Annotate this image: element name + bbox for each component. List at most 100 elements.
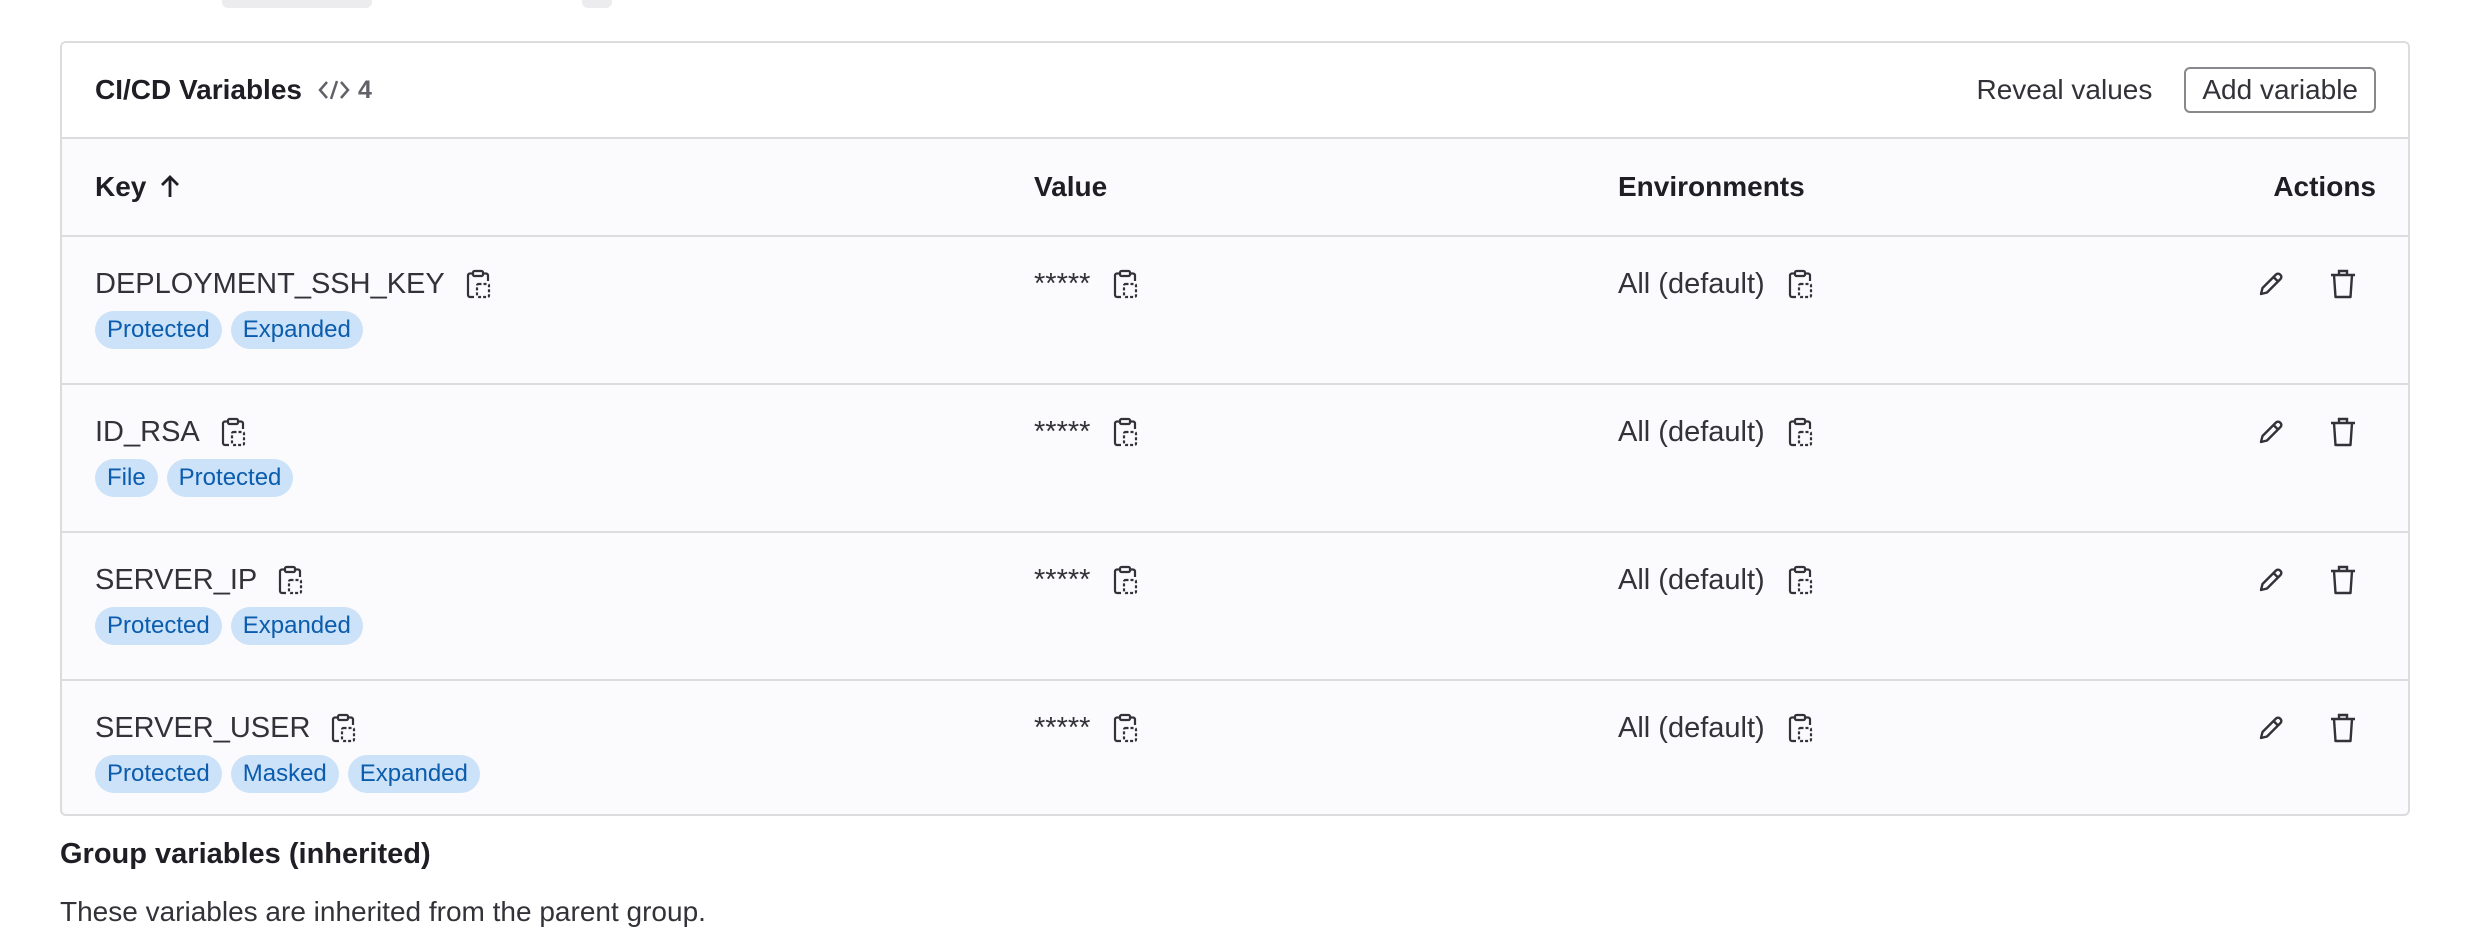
edit-button[interactable] xyxy=(2254,415,2288,449)
variable-count: 4 xyxy=(318,76,372,105)
table-header: Key Value Environments Actions xyxy=(62,139,2408,237)
add-variable-button[interactable]: Add variable xyxy=(2184,67,2376,113)
actions-column-header: Actions xyxy=(2273,171,2376,202)
copy-environment-button[interactable] xyxy=(1785,564,1815,596)
status-badge: Protected xyxy=(95,607,222,645)
delete-button[interactable] xyxy=(2326,415,2360,449)
variable-key: DEPLOYMENT_SSH_KEY xyxy=(95,267,445,300)
copy-icon xyxy=(1114,269,1138,299)
actions-cell xyxy=(2254,415,2360,449)
copy-value-button[interactable] xyxy=(1110,416,1140,448)
value-cell: ***** xyxy=(1034,563,1140,597)
copy-value-button[interactable] xyxy=(1110,712,1140,744)
table-row: DEPLOYMENT_SSH_KEY Protected Expanded ***… xyxy=(62,237,2408,385)
copy-key-button[interactable] xyxy=(218,416,248,448)
copy-value-button[interactable] xyxy=(1110,268,1140,300)
variable-value: ***** xyxy=(1034,711,1091,744)
environment-cell: All (default) xyxy=(1618,711,1815,745)
card-title: CI/CD Variables xyxy=(95,74,302,105)
key-cell: ID_RSA File Protected xyxy=(95,415,302,497)
value-cell: ***** xyxy=(1034,711,1140,745)
badge-list: File Protected xyxy=(95,459,302,497)
copy-icon xyxy=(221,417,245,447)
table-row: SERVER_USER Protected Masked Expanded ****… xyxy=(62,681,2408,814)
delete-button[interactable] xyxy=(2326,711,2360,745)
pencil-icon xyxy=(2259,272,2283,296)
group-variables-description: These variables are inherited from the p… xyxy=(60,896,706,927)
edit-button[interactable] xyxy=(2254,563,2288,597)
status-badge: Expanded xyxy=(230,311,363,349)
copy-icon xyxy=(332,713,356,743)
copy-icon xyxy=(1788,565,1812,595)
reveal-values-button[interactable]: Reveal values xyxy=(1956,67,2172,113)
environment-cell: All (default) xyxy=(1618,267,1815,301)
key-cell: SERVER_USER Protected Masked Expanded xyxy=(95,711,489,793)
card-header: CI/CD Variables 4 Reveal values Add vari… xyxy=(62,43,2408,139)
variable-environment: All (default) xyxy=(1618,563,1765,596)
edit-button[interactable] xyxy=(2254,711,2288,745)
group-variables-title: Group variables (inherited) xyxy=(60,838,431,870)
copy-key-button[interactable] xyxy=(463,268,493,300)
status-badge: Protected xyxy=(95,755,222,793)
arrow-up-icon xyxy=(161,175,180,197)
key-cell: DEPLOYMENT_SSH_KEY Protected Expanded xyxy=(95,267,493,349)
actions-cell xyxy=(2254,711,2360,745)
copy-icon xyxy=(1114,713,1138,743)
delete-button[interactable] xyxy=(2326,267,2360,301)
pencil-icon xyxy=(2259,568,2283,592)
value-cell: ***** xyxy=(1034,415,1140,449)
variable-value: ***** xyxy=(1034,267,1091,300)
copy-environment-button[interactable] xyxy=(1785,416,1815,448)
copy-icon xyxy=(279,565,303,595)
actions-cell xyxy=(2254,267,2360,301)
table-row: SERVER_IP Protected Expanded ***** All (d… xyxy=(62,533,2408,681)
key-column-label: Key xyxy=(95,171,147,202)
copy-environment-button[interactable] xyxy=(1785,712,1815,744)
copy-key-button[interactable] xyxy=(328,712,358,744)
trash-icon xyxy=(2331,269,2355,299)
environment-cell: All (default) xyxy=(1618,563,1815,597)
value-column-header: Value xyxy=(1034,171,1108,202)
status-badge: Masked xyxy=(230,755,339,793)
trash-icon xyxy=(2331,565,2355,595)
actions-cell xyxy=(2254,563,2360,597)
environment-cell: All (default) xyxy=(1618,415,1815,449)
status-badge: Protected xyxy=(166,459,294,497)
copy-value-button[interactable] xyxy=(1110,564,1140,596)
copy-icon xyxy=(1788,269,1812,299)
copy-icon xyxy=(1114,417,1138,447)
status-badge: Expanded xyxy=(347,755,480,793)
variable-environment: All (default) xyxy=(1618,711,1765,744)
copy-key-button[interactable] xyxy=(275,564,305,596)
value-cell: ***** xyxy=(1034,267,1140,301)
edit-button[interactable] xyxy=(2254,267,2288,301)
pencil-icon xyxy=(2259,716,2283,740)
variable-value: ***** xyxy=(1034,563,1091,596)
badge-list: Protected Expanded xyxy=(95,311,493,349)
copy-icon xyxy=(1788,713,1812,743)
variable-environment: All (default) xyxy=(1618,415,1765,448)
top-chip xyxy=(222,0,372,8)
count-value: 4 xyxy=(357,75,372,104)
trash-icon xyxy=(2331,713,2355,743)
status-badge: Protected xyxy=(95,311,222,349)
copy-icon xyxy=(1114,565,1138,595)
badge-list: Protected Expanded xyxy=(95,607,372,645)
trash-icon xyxy=(2331,417,2355,447)
badge-list: Protected Masked Expanded xyxy=(95,755,489,793)
copy-icon xyxy=(466,269,490,299)
key-cell: SERVER_IP Protected Expanded xyxy=(95,563,372,645)
delete-button[interactable] xyxy=(2326,563,2360,597)
variable-value: ***** xyxy=(1034,415,1091,448)
top-cutoff-area xyxy=(0,0,2472,8)
environments-column-header: Environments xyxy=(1618,171,1805,202)
variable-key: ID_RSA xyxy=(95,415,200,448)
copy-environment-button[interactable] xyxy=(1785,268,1815,300)
variable-key: SERVER_IP xyxy=(95,563,258,596)
pencil-icon xyxy=(2259,420,2283,444)
variable-environment: All (default) xyxy=(1618,267,1765,300)
status-badge: Expanded xyxy=(230,607,363,645)
status-badge: File xyxy=(95,459,158,497)
key-column-header[interactable]: Key xyxy=(95,171,184,203)
code-icon xyxy=(318,80,350,100)
